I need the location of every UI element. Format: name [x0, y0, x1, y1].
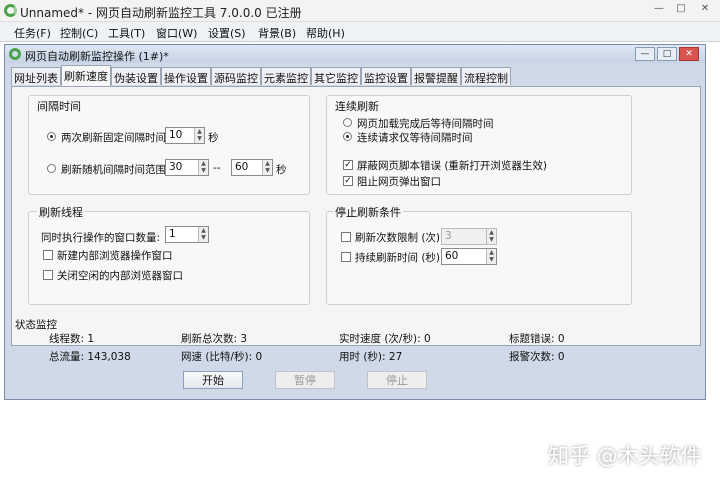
block-script-errors-checkbox[interactable]: ✓	[343, 160, 353, 170]
child-minimize-button[interactable]: —	[635, 47, 655, 61]
close-idle-window-label: 关闭空闲的内部浏览器窗口	[57, 270, 183, 282]
stop-conditions-group: 停止刷新条件 刷新次数限制 (次) 3 ▲ ▼ 持续刷新时间 (秒) 60 ▲ ▼	[326, 204, 632, 305]
stop-button[interactable]: 停止	[367, 371, 427, 389]
child-maximize-button[interactable]: □	[657, 47, 677, 61]
status-alarms: 报警次数: 0	[509, 351, 565, 363]
tab-panel: 间隔时间 两次刷新固定间隔时间 10 ▲ ▼ 秒 刷新随机间隔时间范围 30 ▲ ▼ -…	[11, 86, 701, 346]
menu-window[interactable]: 窗口(W)	[156, 25, 197, 41]
threads-group-title: 刷新线程	[37, 204, 85, 220]
tab-operation[interactable]: 操作设置	[161, 67, 211, 85]
status-speed: 实时速度 (次/秒): 0	[339, 333, 431, 345]
refresh-icon	[9, 48, 21, 60]
stop-conditions-title: 停止刷新条件	[333, 204, 403, 220]
range-dash: --	[213, 162, 221, 174]
close-idle-window-checkbox[interactable]	[43, 270, 53, 280]
block-popups-label: 阻止网页弹出窗口	[357, 176, 441, 188]
menu-help[interactable]: 帮助(H)	[306, 25, 345, 41]
continuous-group: 连续刷新 网页加载完成后等待间隔时间 连续请求仅等待间隔时间 ✓ 屏蔽网页脚本错…	[326, 95, 632, 195]
random-max-value: 60	[235, 161, 249, 173]
maximize-button[interactable]: □	[670, 1, 692, 15]
menu-settings[interactable]: 设置(S)	[208, 25, 246, 41]
duration-value: 60	[445, 250, 459, 262]
wait-after-load-label: 网页加载完成后等待间隔时间	[357, 118, 494, 130]
wait-after-load-radio[interactable]	[343, 118, 352, 127]
unit-label: 秒	[276, 164, 287, 176]
new-browser-window-checkbox[interactable]	[43, 250, 53, 260]
minimize-button[interactable]: —	[648, 1, 670, 15]
interval-group: 间隔时间 两次刷新固定间隔时间 10 ▲ ▼ 秒 刷新随机间隔时间范围 30 ▲ ▼ -…	[28, 95, 310, 195]
app-title: Unnamed* - 网页自动刷新监控工具 7.0.0.0 已注册	[20, 6, 302, 20]
random-min-value: 30	[169, 161, 183, 173]
window-count-value: 1	[169, 228, 176, 240]
random-interval-label: 刷新随机间隔时间范围	[61, 164, 166, 176]
random-interval-radio[interactable]	[47, 164, 56, 173]
random-max-input[interactable]: 60 ▲ ▼	[231, 159, 273, 176]
tab-refresh-speed[interactable]: 刷新速度	[61, 65, 111, 86]
tab-disguise[interactable]: 伪装设置	[111, 67, 161, 85]
tab-other-monitor[interactable]: 其它监控	[311, 67, 361, 85]
duration-limit-checkbox[interactable]	[341, 252, 351, 262]
start-button[interactable]: 开始	[183, 371, 243, 389]
tab-alarm[interactable]: 报警提醒	[411, 67, 461, 85]
continuous-group-title: 连续刷新	[335, 100, 379, 113]
child-close-button[interactable]: ✕	[679, 47, 699, 61]
tab-source-monitor[interactable]: 源码监控	[211, 67, 261, 85]
pause-button[interactable]: 暂停	[275, 371, 335, 389]
fixed-interval-value: 10	[169, 129, 183, 141]
child-window: 网页自动刷新监控操作 (1#)* — □ ✕ 网址列表 刷新速度 伪装设置 操作…	[4, 44, 706, 400]
app-titlebar: Unnamed* - 网页自动刷新监控工具 7.0.0.0 已注册 — □ ✕	[0, 0, 720, 22]
menu-background[interactable]: 背景(B)	[258, 25, 296, 41]
child-title: 网页自动刷新监控操作 (1#)*	[25, 50, 169, 63]
status-net-speed: 网速 (比特/秒): 0	[181, 351, 263, 363]
unit-label: 秒	[208, 132, 219, 144]
child-titlebar: 网页自动刷新监控操作 (1#)* — □ ✕	[5, 45, 705, 63]
refresh-count-limit-checkbox[interactable]	[341, 232, 351, 242]
status-elapsed: 用时 (秒): 27	[339, 351, 403, 363]
watermark: 知乎 @木头软件	[548, 444, 702, 468]
fixed-interval-radio[interactable]	[47, 132, 56, 141]
spinner-arrows-icon[interactable]: ▲ ▼	[194, 128, 204, 143]
tab-flow-control[interactable]: 流程控制	[461, 67, 511, 85]
spinner-arrows-icon[interactable]: ▲ ▼	[486, 249, 496, 264]
refresh-app-icon	[4, 4, 17, 17]
fixed-interval-input[interactable]: 10 ▲ ▼	[165, 127, 205, 144]
menu-task[interactable]: 任务(F)	[14, 25, 51, 41]
fixed-interval-label: 两次刷新固定间隔时间	[61, 132, 166, 144]
interval-group-title: 间隔时间	[37, 100, 81, 113]
spinner-arrows-icon[interactable]: ▲ ▼	[486, 229, 496, 244]
status-title-errors: 标题错误: 0	[509, 333, 565, 345]
window-count-label: 同时执行操作的窗口数量:	[41, 232, 161, 244]
status-title: 状态监控	[15, 319, 57, 331]
window-count-input[interactable]: 1 ▲ ▼	[165, 226, 209, 243]
refresh-count-limit-label: 刷新次数限制 (次)	[355, 232, 441, 244]
block-popups-checkbox[interactable]: ✓	[343, 176, 353, 186]
continuous-request-label: 连续请求仅等待间隔时间	[357, 132, 473, 144]
menu-tools[interactable]: 工具(T)	[108, 25, 145, 41]
menu-control[interactable]: 控制(C)	[60, 25, 98, 41]
refresh-count-value: 3	[445, 230, 452, 242]
duration-input[interactable]: 60 ▲ ▼	[441, 248, 497, 265]
block-script-errors-label: 屏蔽网页脚本错误 (重新打开浏览器生效)	[357, 160, 548, 172]
tab-url-list[interactable]: 网址列表	[11, 67, 61, 85]
spinner-arrows-icon[interactable]: ▲ ▼	[198, 160, 208, 175]
status-total-refresh: 刷新总次数: 3	[181, 333, 248, 345]
tab-element-monitor[interactable]: 元素监控	[261, 67, 311, 85]
close-button[interactable]: ✕	[694, 1, 716, 15]
threads-group: 刷新线程 同时执行操作的窗口数量: 1 ▲ ▼ 新建内部浏览器操作窗口 关闭空闲的内…	[28, 204, 310, 305]
duration-limit-label: 持续刷新时间 (秒)	[355, 252, 441, 264]
spinner-arrows-icon[interactable]: ▲ ▼	[198, 227, 208, 242]
spinner-arrows-icon[interactable]: ▲ ▼	[262, 160, 272, 175]
random-min-input[interactable]: 30 ▲ ▼	[165, 159, 209, 176]
refresh-count-input[interactable]: 3 ▲ ▼	[441, 228, 497, 245]
continuous-request-radio[interactable]	[343, 132, 352, 141]
menu-bar: 任务(F) 控制(C) 工具(T) 窗口(W) 设置(S) 背景(B) 帮助(H…	[0, 22, 720, 42]
new-browser-window-label: 新建内部浏览器操作窗口	[57, 250, 173, 262]
tab-monitor-settings[interactable]: 监控设置	[361, 67, 411, 85]
status-traffic: 总流量: 143,038	[49, 351, 131, 363]
status-threads: 线程数: 1	[49, 333, 95, 345]
